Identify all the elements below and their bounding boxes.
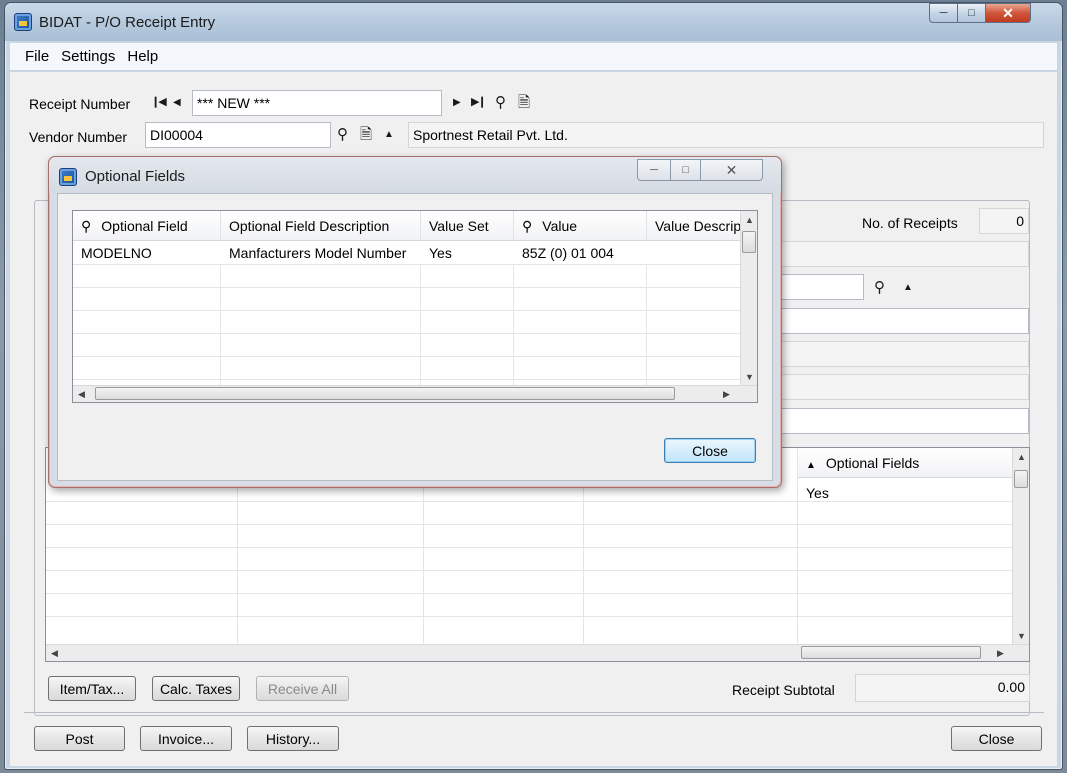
zoom-up-icon[interactable]: ▲ xyxy=(806,460,816,471)
optional-field-cell[interactable]: MODELNO xyxy=(73,245,160,261)
vendor-number-label: Vendor Number xyxy=(29,129,128,145)
calc-taxes-button[interactable]: Calc. Taxes xyxy=(152,676,240,701)
close-icon[interactable]: ✕ xyxy=(701,159,763,181)
vertical-scrollbar[interactable]: ▲ ▼ xyxy=(1012,448,1029,644)
receipt-subtotal-field: 0.00 xyxy=(855,674,1030,702)
scroll-down-icon[interactable]: ▼ xyxy=(1013,627,1029,644)
previous-record-icon[interactable]: ◀ xyxy=(173,98,181,108)
vendor-number-field[interactable]: DI00004 xyxy=(145,122,331,148)
menu-file[interactable]: File xyxy=(25,48,49,65)
scroll-up-icon[interactable]: ▲ xyxy=(1013,448,1029,465)
scroll-thumb[interactable] xyxy=(1014,470,1028,488)
last-record-icon[interactable]: ▶❙ xyxy=(471,97,487,108)
search-icon[interactable]: ⚲ xyxy=(337,127,348,142)
new-document-icon[interactable]: 🗎 xyxy=(360,127,372,142)
scroll-up-icon[interactable]: ▲ xyxy=(741,211,757,228)
dialog-window-controls: ─ □ ✕ xyxy=(637,159,763,181)
window-title: BIDAT - P/O Receipt Entry xyxy=(39,14,216,31)
value-cell[interactable]: 85Z (0) 01 004 xyxy=(514,245,622,261)
scroll-left-icon[interactable]: ◀ xyxy=(46,645,63,661)
menu-settings[interactable]: Settings xyxy=(61,48,115,65)
description-cell: Manfacturers Model Number xyxy=(229,245,407,261)
zoom-up-icon[interactable]: ▲ xyxy=(903,283,913,293)
table-row[interactable]: MODELNO Manfacturers Model Number Yes 85… xyxy=(73,241,742,264)
horizontal-scrollbar[interactable]: ◀ ▶ xyxy=(46,644,1029,661)
zoom-up-icon[interactable]: ▲ xyxy=(384,130,394,140)
scroll-right-icon[interactable]: ▶ xyxy=(718,386,735,402)
history-button[interactable]: History... xyxy=(247,726,339,751)
readonly-field-1 xyxy=(750,241,1029,267)
readonly-field-4 xyxy=(750,341,1029,367)
receipt-number-field[interactable]: *** NEW *** xyxy=(192,90,442,116)
optional-fields-dialog: Optional Fields ─ □ ✕ ⚲ Optional Field Op… xyxy=(48,156,782,488)
first-record-icon[interactable]: ❙◀ xyxy=(151,97,167,108)
optional-fields-column-header[interactable]: ▲ Optional Fields xyxy=(798,448,1013,478)
invoice-button[interactable]: Invoice... xyxy=(140,726,232,751)
dialog-title-bar[interactable]: Optional Fields ─ □ ✕ xyxy=(49,157,781,193)
app-icon xyxy=(59,168,77,186)
receipts-count-field: 0 xyxy=(979,208,1029,234)
input-field-6[interactable] xyxy=(750,408,1029,434)
search-icon[interactable]: ⚲ xyxy=(874,280,885,295)
maximize-icon[interactable]: □ xyxy=(957,3,985,23)
value-set-cell: Yes xyxy=(429,245,452,261)
column-header-value-set[interactable]: Value Set xyxy=(421,211,514,241)
search-icon[interactable]: ⚲ xyxy=(522,218,532,234)
receipt-subtotal-label: Receipt Subtotal xyxy=(732,682,835,698)
scroll-thumb[interactable] xyxy=(801,646,981,659)
scroll-right-icon[interactable]: ▶ xyxy=(992,645,1009,661)
app-icon xyxy=(14,13,32,31)
scroll-thumb[interactable] xyxy=(742,231,756,253)
item-tax-button[interactable]: Item/Tax... xyxy=(48,676,136,701)
input-field-3[interactable] xyxy=(750,308,1029,334)
readonly-field-5 xyxy=(750,374,1029,400)
close-icon[interactable]: ✕ xyxy=(985,3,1031,23)
dialog-close-button[interactable]: Close xyxy=(664,438,756,463)
dialog-title: Optional Fields xyxy=(85,168,186,185)
menu-bar: File Settings Help xyxy=(10,43,1057,71)
scroll-down-icon[interactable]: ▼ xyxy=(741,368,757,385)
column-header-optional-field[interactable]: ⚲ Optional Field xyxy=(73,211,221,241)
next-record-icon[interactable]: ▶ xyxy=(453,98,461,108)
search-icon[interactable]: ⚲ xyxy=(495,95,506,110)
minimize-icon[interactable]: ─ xyxy=(929,3,957,23)
vendor-name-field: Sportnest Retail Pvt. Ltd. xyxy=(408,122,1044,148)
title-bar[interactable]: BIDAT - P/O Receipt Entry ─ □ ✕ xyxy=(5,3,1062,41)
post-button[interactable]: Post xyxy=(34,726,125,751)
receipt-number-label: Receipt Number xyxy=(29,96,131,112)
window-controls: ─ □ ✕ xyxy=(929,3,1031,23)
horizontal-scrollbar[interactable]: ◀ ▶ xyxy=(73,385,757,402)
minimize-icon[interactable]: ─ xyxy=(637,159,671,181)
new-document-icon[interactable]: 🗎 xyxy=(518,95,530,110)
scroll-thumb[interactable] xyxy=(95,387,675,400)
receipts-count-label: No. of Receipts xyxy=(862,215,958,231)
optional-fields-grid[interactable]: ⚲ Optional Field Optional Field Descripti… xyxy=(72,210,758,403)
divider xyxy=(24,712,1044,713)
column-header-value-description[interactable]: Value Descrip xyxy=(647,211,742,241)
optional-fields-cell[interactable]: Yes xyxy=(798,485,837,501)
maximize-icon[interactable]: □ xyxy=(671,159,701,181)
dialog-body: ⚲ Optional Field Optional Field Descripti… xyxy=(57,193,773,481)
column-header-value[interactable]: ⚲ Value xyxy=(514,211,647,241)
menu-help[interactable]: Help xyxy=(127,48,158,65)
vertical-scrollbar[interactable]: ▲ ▼ xyxy=(740,211,757,385)
column-header-description[interactable]: Optional Field Description xyxy=(221,211,421,241)
receive-all-button[interactable]: Receive All xyxy=(256,676,349,701)
close-button[interactable]: Close xyxy=(951,726,1042,751)
scroll-left-icon[interactable]: ◀ xyxy=(73,386,90,402)
search-icon[interactable]: ⚲ xyxy=(81,218,91,234)
